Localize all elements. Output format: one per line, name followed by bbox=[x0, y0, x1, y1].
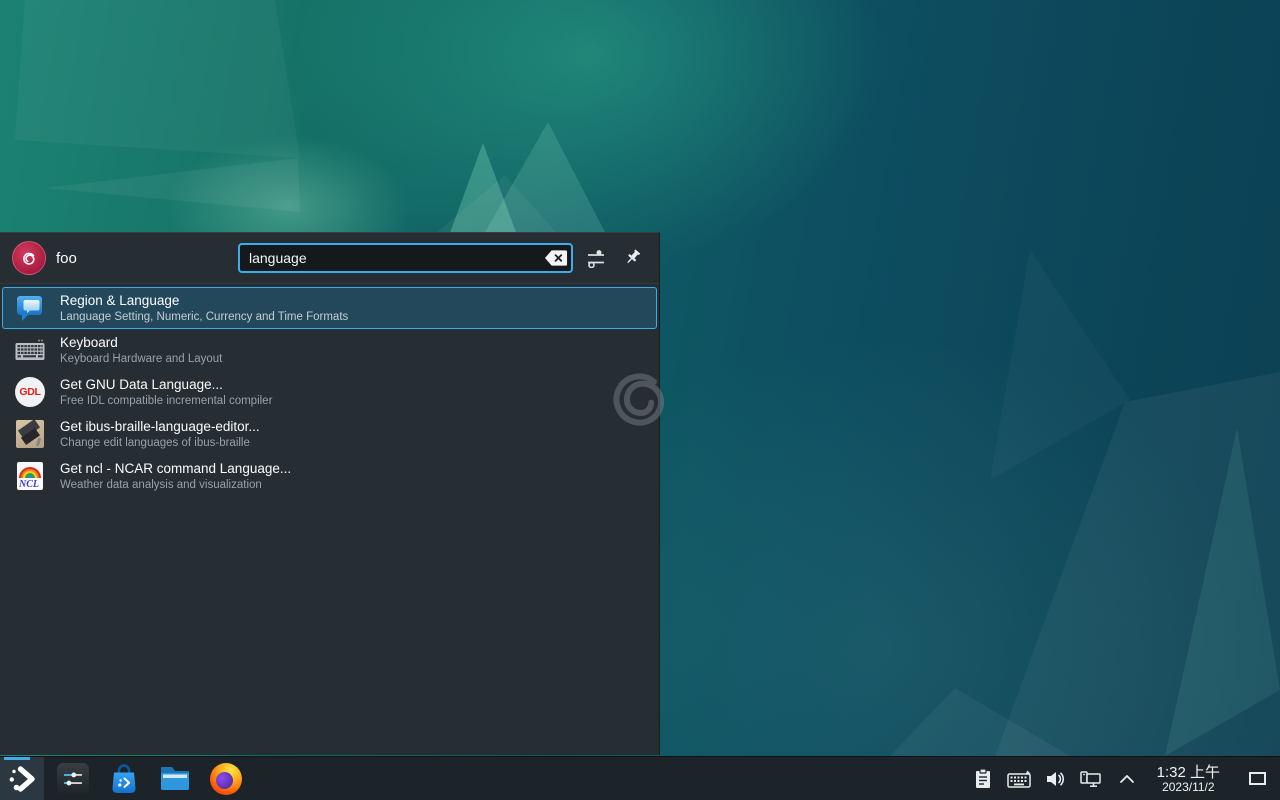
discover-button[interactable] bbox=[102, 757, 146, 800]
launcher-header: foo bbox=[0, 233, 659, 284]
discover-icon bbox=[109, 763, 139, 795]
sliders-icon bbox=[585, 248, 607, 268]
app-launcher-icon bbox=[7, 764, 37, 794]
app-launcher-panel: foo bbox=[0, 232, 660, 755]
clock-time: 1:32 上午 bbox=[1157, 764, 1220, 781]
result-title: Get ncl - NCAR command Language... bbox=[60, 461, 291, 477]
list-item-text: Get ibus-braille-language-editor... Chan… bbox=[60, 419, 260, 450]
keyboard-layout-icon bbox=[1007, 770, 1031, 788]
gdl-icon: GDL bbox=[15, 377, 45, 407]
result-subtitle: Keyboard Hardware and Layout bbox=[60, 353, 222, 366]
result-subtitle: Language Setting, Numeric, Currency and … bbox=[60, 311, 348, 324]
screen-layout-icon bbox=[1079, 769, 1103, 789]
user-name: foo bbox=[56, 250, 77, 267]
firefox-icon bbox=[210, 763, 242, 795]
search-results-list: Region & Language Language Setting, Nume… bbox=[0, 284, 659, 500]
result-subtitle: Free IDL compatible incremental compiler bbox=[60, 395, 272, 408]
list-item-ibus-braille[interactable]: Get ibus-braille-language-editor... Chan… bbox=[2, 413, 657, 455]
list-item-gdl[interactable]: GDL Get GNU Data Language... Free IDL co… bbox=[2, 371, 657, 413]
file-manager-button[interactable] bbox=[153, 757, 197, 800]
result-title: Get ibus-braille-language-editor... bbox=[60, 419, 260, 435]
file-manager-folder-icon bbox=[159, 765, 191, 792]
ncl-badge: NCL bbox=[19, 479, 39, 490]
show-desktop-button[interactable] bbox=[1242, 761, 1272, 797]
result-subtitle: Change edit languages of ibus-braille bbox=[60, 437, 260, 450]
search-input[interactable] bbox=[238, 243, 573, 273]
gdl-badge: GDL bbox=[19, 386, 40, 398]
volume-tray-button[interactable] bbox=[1043, 765, 1067, 793]
taskbar: 1:32 上午 2023/11/2 bbox=[0, 756, 1280, 800]
firefox-button[interactable] bbox=[204, 757, 248, 800]
header-action-icons bbox=[581, 243, 647, 273]
expand-tray-chevron-icon bbox=[1119, 774, 1135, 784]
clock-date: 2023/11/2 bbox=[1162, 781, 1215, 794]
pin-icon bbox=[621, 247, 643, 269]
list-item-text: Get ncl - NCAR command Language... Weath… bbox=[60, 461, 291, 492]
keyboard-settings-icon bbox=[15, 335, 45, 365]
list-item-text: Keyboard Keyboard Hardware and Layout bbox=[60, 335, 222, 366]
keyboard-layout-tray-button[interactable] bbox=[1007, 765, 1031, 793]
list-item-text: Get GNU Data Language... Free IDL compat… bbox=[60, 377, 272, 408]
volume-icon bbox=[1045, 770, 1065, 788]
system-tray: 1:32 上午 2023/11/2 bbox=[971, 761, 1272, 797]
search-field-wrap bbox=[238, 243, 573, 273]
system-settings-button[interactable] bbox=[51, 757, 95, 800]
clipboard-tray-button[interactable] bbox=[971, 765, 995, 793]
list-item-keyboard[interactable]: Keyboard Keyboard Hardware and Layout bbox=[2, 329, 657, 371]
show-desktop-icon bbox=[1249, 772, 1266, 785]
pin-button[interactable] bbox=[617, 243, 647, 273]
digital-clock[interactable]: 1:32 上午 2023/11/2 bbox=[1157, 764, 1220, 794]
list-item-ncl[interactable]: NCL Get ncl - NCAR command Language... W… bbox=[2, 455, 657, 497]
clear-search-button[interactable] bbox=[544, 248, 568, 268]
app-launcher-button[interactable] bbox=[0, 757, 44, 800]
region-language-icon bbox=[15, 293, 45, 323]
system-settings-icon bbox=[57, 763, 89, 795]
user-block[interactable]: foo bbox=[12, 241, 238, 275]
clipboard-icon bbox=[973, 768, 993, 790]
expand-tray-button[interactable] bbox=[1115, 765, 1139, 793]
list-item-text: Region & Language Language Setting, Nume… bbox=[60, 293, 348, 324]
result-title: Keyboard bbox=[60, 335, 222, 351]
screen-layout-tray-button[interactable] bbox=[1079, 765, 1103, 793]
result-subtitle: Weather data analysis and visualization bbox=[60, 479, 291, 492]
user-avatar-debian-icon bbox=[12, 241, 46, 275]
result-title: Get GNU Data Language... bbox=[60, 377, 272, 393]
list-item-region-language[interactable]: Region & Language Language Setting, Nume… bbox=[2, 287, 657, 329]
result-title: Region & Language bbox=[60, 293, 348, 309]
ibus-braille-icon bbox=[15, 419, 45, 449]
configure-button[interactable] bbox=[581, 243, 611, 273]
backspace-icon bbox=[544, 249, 568, 267]
ncl-icon: NCL bbox=[15, 461, 45, 491]
